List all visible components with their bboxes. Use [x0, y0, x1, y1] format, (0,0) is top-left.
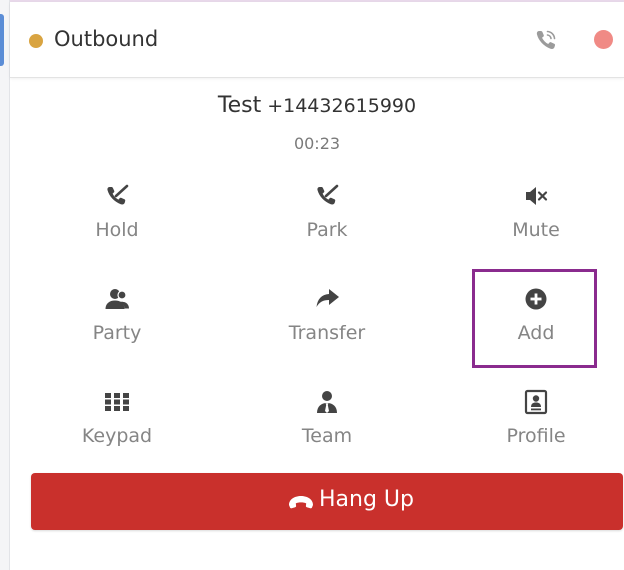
keypad-button[interactable]: Keypad	[47, 388, 187, 468]
call-header: Outbound	[10, 2, 624, 78]
call-timer: 00:23	[293, 134, 341, 153]
mute-label: Mute	[512, 219, 560, 241]
keypad-label: Keypad	[81, 425, 153, 447]
hang-up-button[interactable]: Hang Up	[31, 473, 623, 530]
status-label: Outbound	[54, 27, 159, 51]
close-button[interactable]	[594, 30, 613, 49]
users-icon	[103, 285, 131, 313]
call-panel: Outbound Test +14432615990 00:23 Hold Pa…	[10, 0, 624, 570]
status-dot	[29, 34, 43, 48]
share-arrow-icon	[313, 285, 341, 313]
park-button[interactable]: Park	[257, 182, 397, 262]
transfer-label: Transfer	[288, 322, 366, 344]
team-label: Team	[301, 425, 353, 447]
user-tie-icon	[313, 388, 341, 416]
caller-name: Test	[217, 93, 262, 118]
team-button[interactable]: Team	[257, 388, 397, 468]
contact-card-icon	[522, 388, 550, 416]
caller-number: +14432615990	[267, 95, 417, 117]
hold-label: Hold	[95, 219, 139, 241]
phone-hangup-icon	[287, 490, 315, 514]
add-highlight-box	[472, 269, 597, 368]
hold-button[interactable]: Hold	[47, 182, 187, 262]
phone-slash-icon	[313, 182, 341, 210]
left-rail-tab[interactable]	[0, 14, 4, 66]
profile-button[interactable]: Profile	[466, 388, 606, 468]
party-button[interactable]: Party	[47, 285, 187, 365]
caller-info: Test +14432615990	[10, 93, 624, 118]
speaker-mute-icon	[522, 182, 550, 210]
park-label: Park	[306, 219, 348, 241]
phone-slash-icon	[103, 182, 131, 210]
transfer-button[interactable]: Transfer	[257, 285, 397, 365]
profile-label: Profile	[506, 425, 566, 447]
phone-ringing-icon[interactable]	[532, 26, 560, 54]
hang-up-label: Hang Up	[319, 487, 414, 512]
mute-button[interactable]: Mute	[466, 182, 606, 262]
grid-icon	[103, 388, 131, 416]
party-label: Party	[92, 322, 142, 344]
left-rail	[0, 0, 10, 570]
